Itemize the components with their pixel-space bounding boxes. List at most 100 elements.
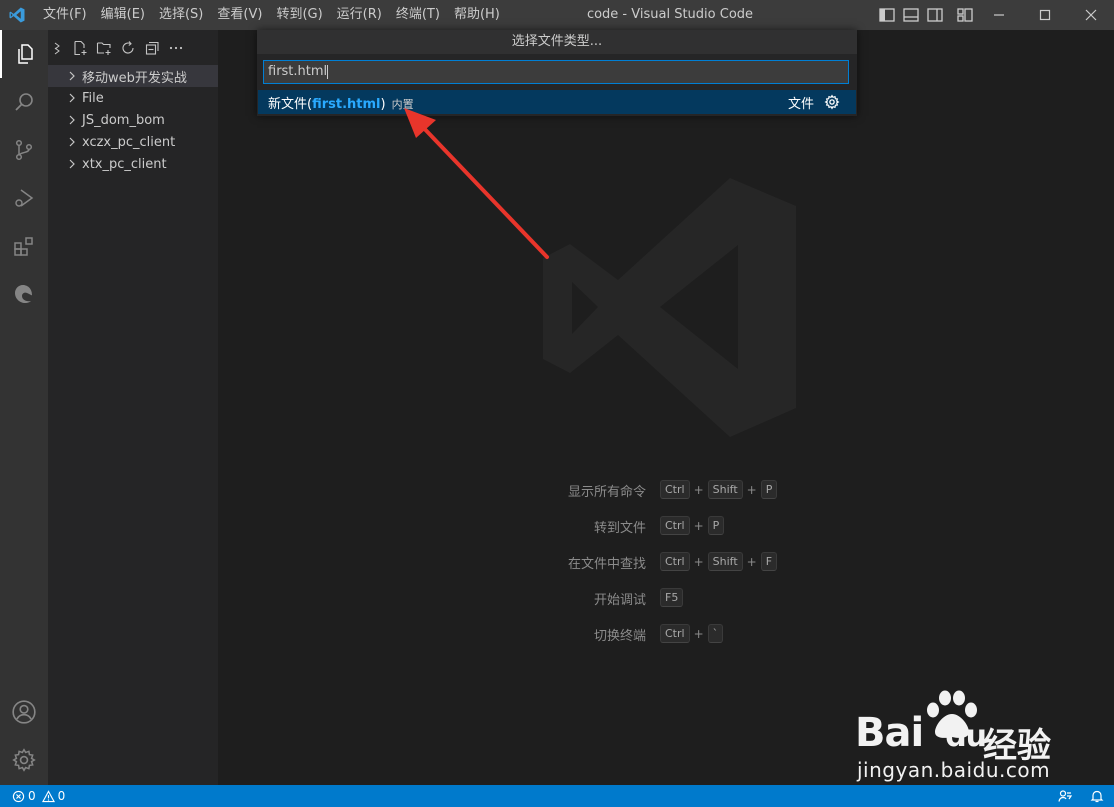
- quick-pick-input[interactable]: first.html: [263, 60, 849, 84]
- shortcut-row: 切换终端 Ctrl + `: [400, 622, 900, 646]
- tree-item[interactable]: xtx_pc_client: [48, 153, 218, 175]
- maximize-button[interactable]: [1022, 0, 1068, 30]
- configure-gear-icon[interactable]: [824, 94, 840, 110]
- run-debug-icon: [15, 189, 34, 207]
- new-file-icon: [74, 40, 87, 56]
- tree-item[interactable]: xczx_pc_client: [48, 131, 218, 153]
- annotation-arrow-icon: [404, 108, 549, 259]
- problems-indicator[interactable]: 0 0: [12, 785, 65, 807]
- key: Ctrl: [660, 552, 690, 571]
- quick-pick-input-value: first.html: [268, 64, 328, 79]
- shortcut-row: 转到文件 Ctrl + P: [400, 514, 900, 538]
- shortcut-label: 在文件中查找: [567, 557, 646, 572]
- activity-run-debug[interactable]: [0, 174, 48, 222]
- tree-item[interactable]: 移动web开发实战: [48, 65, 218, 87]
- activity-extensions[interactable]: [0, 222, 48, 270]
- shortcut-keys: Ctrl + P: [660, 516, 725, 535]
- match-highlight: first.html: [312, 97, 381, 112]
- tree-item[interactable]: File: [48, 87, 218, 109]
- chevron-right-icon: [64, 112, 80, 128]
- feedback-icon[interactable]: [1058, 789, 1072, 803]
- new-folder-icon: [96, 42, 111, 55]
- warning-icon: [41, 789, 55, 802]
- shortcut-label: 转到文件: [593, 521, 646, 536]
- close-icon: [1085, 9, 1097, 21]
- tree-item-label: JS_dom_bom: [82, 112, 165, 128]
- more-actions-button[interactable]: [164, 38, 188, 58]
- refresh-icon: [122, 41, 134, 54]
- shortcut-keys: F5: [660, 588, 684, 607]
- tree-item-label: 移动web开发实战: [82, 70, 187, 86]
- shortcut-row: 开始调试 F5: [400, 586, 900, 610]
- key: P: [707, 516, 725, 535]
- close-button[interactable]: [1068, 0, 1114, 30]
- menu-run[interactable]: 运行(R): [330, 0, 389, 30]
- menu-go[interactable]: 转到(G): [269, 0, 329, 30]
- edge-icon: [15, 285, 32, 303]
- toggle-secondary-sidebar-icon[interactable]: [926, 6, 944, 24]
- key: Ctrl: [660, 624, 690, 643]
- activity-source-control[interactable]: [0, 126, 48, 174]
- shortcut-label: 显示所有命令: [567, 485, 646, 500]
- tree-item-label: xczx_pc_client: [82, 134, 176, 150]
- shortcut-label: 切换终端: [593, 629, 646, 644]
- more-icon: [169, 46, 183, 50]
- shortcut-keys: Ctrl + Shift + P: [660, 480, 778, 499]
- layout-controls: [878, 6, 974, 24]
- customize-layout-icon[interactable]: [956, 6, 974, 24]
- key: `: [707, 624, 724, 643]
- minimize-icon: [994, 14, 1004, 16]
- tree-item-label: File: [82, 90, 104, 106]
- menu-edit[interactable]: 编辑(E): [94, 0, 152, 30]
- shortcut-label: 开始调试: [593, 593, 646, 608]
- key: Shift: [707, 480, 743, 499]
- key: Shift: [707, 552, 743, 571]
- activity-explorer[interactable]: [0, 30, 48, 78]
- source-control-icon: [15, 139, 33, 161]
- menu-file[interactable]: 文件(F): [36, 0, 94, 30]
- new-file-button[interactable]: [68, 38, 92, 58]
- chevron-right-icon: [64, 90, 80, 106]
- error-icon: [12, 790, 25, 802]
- shortcut-keys: Ctrl + Shift + F: [660, 552, 778, 571]
- quick-pick-title: 选择文件类型...: [257, 30, 857, 54]
- key: P: [760, 480, 778, 499]
- activity-edge[interactable]: [0, 270, 48, 318]
- window-title: code - Visual Studio Code: [586, 7, 754, 22]
- status-bar: 0 0: [0, 785, 1114, 807]
- chevron-stack-icon: [54, 42, 60, 55]
- collapse-all-button[interactable]: [140, 38, 164, 58]
- activity-accounts[interactable]: [0, 688, 48, 736]
- tree-item[interactable]: JS_dom_bom: [48, 109, 218, 131]
- explorer-sidebar: 移动web开发实战 File JS_dom_bom xczx_pc_client…: [48, 30, 218, 785]
- status-bar-right: [1058, 785, 1104, 807]
- baidu-watermark: Bai du 经验 jingyan.baidu.com: [855, 690, 1055, 785]
- chevron-right-icon: [64, 68, 80, 84]
- chevron-right-icon: [64, 134, 80, 150]
- menu-bar: 文件(F) 编辑(E) 选择(S) 查看(V) 转到(G) 运行(R) 终端(T…: [36, 0, 507, 30]
- toggle-panel-icon[interactable]: [902, 6, 920, 24]
- menu-terminal[interactable]: 终端(T): [389, 0, 447, 30]
- window-controls: [976, 0, 1114, 30]
- notifications-bell-icon[interactable]: [1090, 789, 1104, 803]
- file-tree: 移动web开发实战 File JS_dom_bom xczx_pc_client…: [48, 65, 218, 175]
- vscode-watermark-icon: [543, 178, 796, 437]
- menu-selection[interactable]: 选择(S): [152, 0, 210, 30]
- minimize-button[interactable]: [976, 0, 1022, 30]
- activity-search[interactable]: [0, 78, 48, 126]
- tree-item-label: xtx_pc_client: [82, 156, 167, 172]
- toggle-primary-sidebar-icon[interactable]: [878, 6, 896, 24]
- new-folder-button[interactable]: [92, 38, 116, 58]
- search-icon: [15, 93, 33, 111]
- refresh-button[interactable]: [116, 38, 140, 58]
- menu-help[interactable]: 帮助(H): [447, 0, 507, 30]
- key: F5: [660, 588, 684, 607]
- menu-view[interactable]: 查看(V): [210, 0, 269, 30]
- explorer-pin: [48, 38, 68, 58]
- settings-gear-icon: [12, 748, 36, 772]
- text-cursor: [327, 64, 329, 79]
- collapse-all-icon: [145, 41, 159, 55]
- activity-manage[interactable]: [0, 736, 48, 784]
- chevron-right-icon: [64, 156, 80, 172]
- baidu-brand: Bai du: [855, 710, 987, 756]
